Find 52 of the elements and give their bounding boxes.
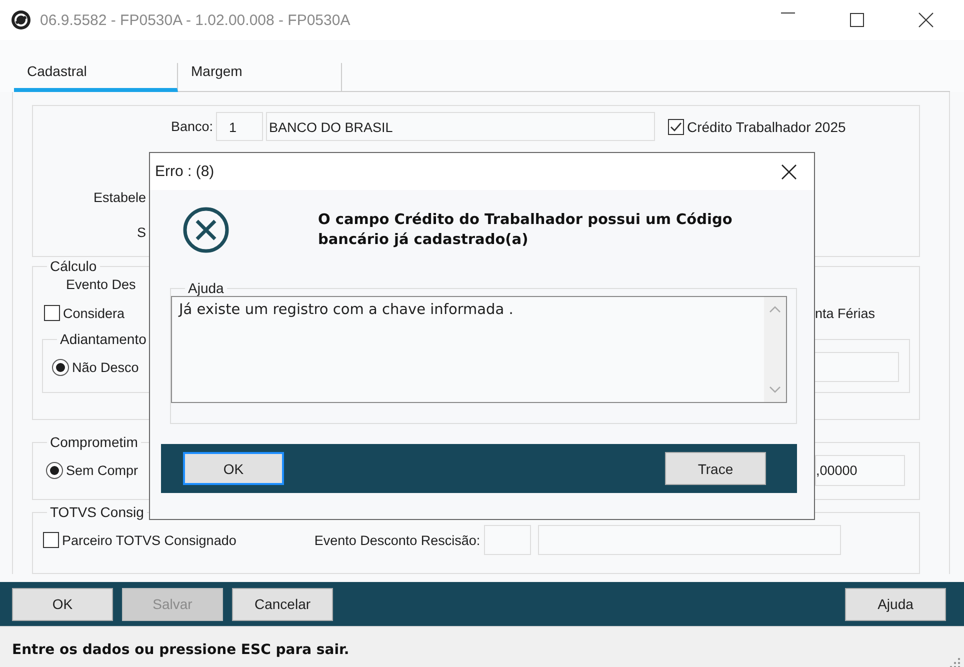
input-field[interactable] bbox=[814, 352, 899, 382]
tab[interactable]: Margem bbox=[178, 63, 342, 92]
dialog-title: Erro : (8) bbox=[155, 163, 216, 180]
error-message: O campo Crédito do Trabalhador possui um Código bancário já cadastrado(a) bbox=[318, 211, 734, 250]
app-logo-icon bbox=[11, 10, 31, 30]
group-label: Cálculo bbox=[49, 258, 98, 274]
bank-name-field[interactable]: BANCO DO BRASIL bbox=[266, 112, 655, 141]
window-title: 06.9.5582 - FP0530A - 1.02.00.008 - FP0530A bbox=[40, 12, 350, 28]
field-label: Evento Des bbox=[66, 276, 136, 294]
checkbox-label: Crédito Trabalhador 2025 bbox=[687, 118, 846, 134]
maximize-button[interactable] bbox=[849, 12, 865, 28]
dialog-button[interactable]: Trace bbox=[665, 452, 766, 485]
close-button[interactable] bbox=[781, 164, 797, 180]
field-label: Banco: bbox=[170, 119, 213, 134]
group-label: Adiantamento bbox=[59, 331, 148, 347]
checkbox[interactable] bbox=[668, 118, 684, 134]
scroll-down-icon bbox=[769, 386, 781, 394]
close-icon bbox=[918, 12, 934, 28]
value-field[interactable]: ,00000 bbox=[815, 454, 905, 486]
checkbox-label: Considera bbox=[63, 306, 125, 320]
maximize-icon bbox=[849, 12, 865, 28]
radio-label: Sem Compr bbox=[66, 462, 138, 478]
checkbox[interactable] bbox=[44, 305, 60, 321]
radio-button[interactable] bbox=[46, 462, 63, 478]
radio-button[interactable] bbox=[52, 358, 69, 376]
status-text: Entre os dados ou pressione ESC para sair. bbox=[12, 642, 350, 658]
checkbox-label: nta Férias bbox=[815, 306, 876, 320]
checkbox-label: Parceiro TOTVS Consignado bbox=[62, 532, 236, 548]
input-field[interactable] bbox=[484, 525, 532, 555]
checkbox[interactable] bbox=[43, 532, 59, 548]
scrollbar[interactable] bbox=[764, 297, 786, 402]
group-label: Ajuda bbox=[187, 280, 225, 296]
field-label: Evento Desconto Rescisão: bbox=[314, 532, 480, 548]
help-message: Já existe um registro com a chave informada . bbox=[177, 301, 514, 320]
toolbar-button[interactable]: Ajuda bbox=[845, 588, 946, 620]
field-label: Estabele bbox=[92, 189, 146, 207]
dialog-button[interactable]: OK bbox=[183, 452, 284, 485]
group-label: TOTVS Consig bbox=[49, 504, 145, 520]
tab[interactable]: Cadastral bbox=[14, 63, 178, 92]
input-field[interactable] bbox=[538, 525, 842, 555]
resize-grip-icon bbox=[950, 658, 960, 667]
toolbar-button[interactable]: OK bbox=[12, 588, 113, 620]
radio-label: Não Desco bbox=[72, 360, 139, 374]
scroll-up-icon bbox=[769, 305, 781, 313]
field-label: S bbox=[136, 224, 146, 242]
bank-code-field[interactable]: 1 bbox=[216, 112, 263, 141]
close-icon bbox=[781, 164, 797, 180]
toolbar-button[interactable]: Cancelar bbox=[232, 588, 333, 620]
group-label: Comprometim bbox=[49, 434, 139, 450]
error-icon bbox=[182, 206, 230, 254]
minimize-icon bbox=[780, 12, 796, 14]
close-button[interactable] bbox=[918, 12, 934, 28]
